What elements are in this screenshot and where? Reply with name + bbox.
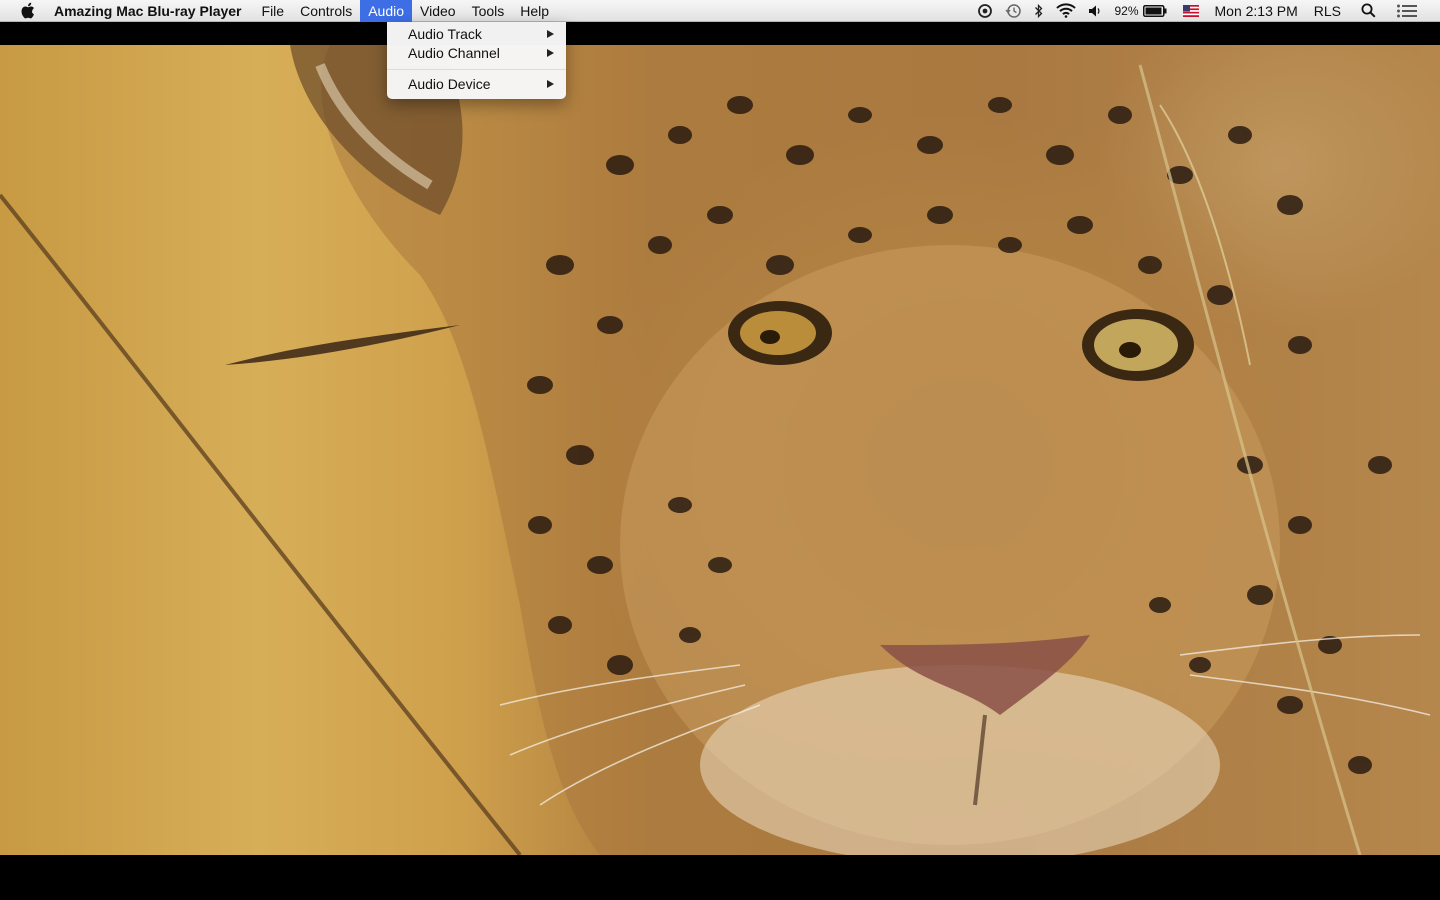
- wifi-icon[interactable]: [1056, 0, 1077, 22]
- menu-item-label: Audio Device: [408, 76, 491, 92]
- status-area: 92% Mon 2:13 PM RLS: [971, 0, 1440, 22]
- spotlight-icon[interactable]: [1361, 0, 1376, 22]
- menu-file[interactable]: File: [254, 0, 293, 22]
- clock[interactable]: Mon 2:13 PM: [1215, 0, 1298, 22]
- battery-icon[interactable]: [1142, 0, 1167, 22]
- submenu-arrow-icon: [547, 49, 554, 57]
- video-frame[interactable]: [0, 45, 1440, 855]
- volume-icon[interactable]: [1088, 0, 1102, 22]
- submenu-arrow-icon: [547, 80, 554, 88]
- notification-center-icon[interactable]: [1396, 0, 1418, 22]
- battery-percentage: 92%: [1114, 3, 1139, 18]
- menu-bar: Amazing Mac Blu-ray Player File Controls…: [0, 0, 1440, 22]
- menu-separator: [387, 69, 566, 70]
- menu-bar-left: Amazing Mac Blu-ray Player File Controls…: [0, 0, 557, 22]
- menu-controls[interactable]: Controls: [292, 0, 360, 22]
- app-name-menu[interactable]: Amazing Mac Blu-ray Player: [54, 0, 250, 22]
- menu-help[interactable]: Help: [512, 0, 557, 22]
- user-name-menu[interactable]: RLS: [1314, 0, 1341, 22]
- menu-tools[interactable]: Tools: [464, 0, 513, 22]
- us-flag-icon[interactable]: [1182, 0, 1199, 22]
- menu-item-audio-device[interactable]: Audio Device: [387, 75, 566, 94]
- menu-item-label: Audio Track: [408, 26, 482, 42]
- apple-icon[interactable]: [18, 0, 36, 22]
- screen-record-icon[interactable]: [977, 0, 993, 22]
- menu-audio[interactable]: Audio: [360, 0, 413, 22]
- leopard-image: [0, 45, 1440, 855]
- bluetooth-icon[interactable]: [1034, 0, 1044, 22]
- menu-item-audio-track[interactable]: Audio Track: [387, 25, 566, 44]
- menu-item-label: Audio Channel: [408, 45, 500, 61]
- audio-menu-dropdown: Audio Track Audio Channel Audio Device: [387, 22, 566, 99]
- menu-video[interactable]: Video: [412, 0, 464, 22]
- time-machine-icon[interactable]: [1005, 0, 1022, 22]
- menu-item-audio-channel[interactable]: Audio Channel: [387, 44, 566, 63]
- submenu-arrow-icon: [547, 30, 554, 38]
